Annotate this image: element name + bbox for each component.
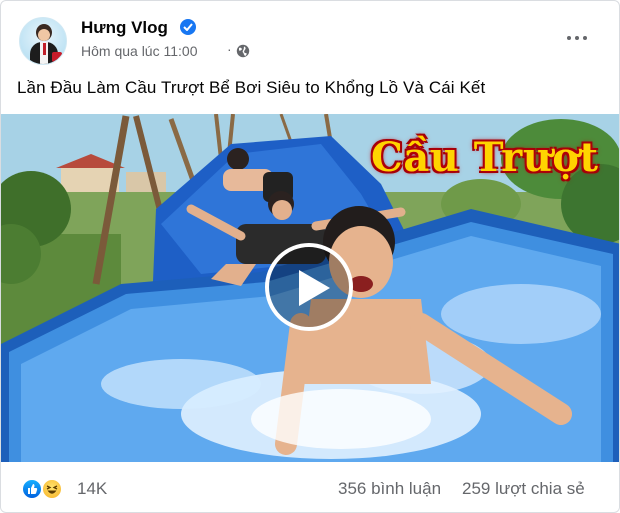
- more-dots-icon: [583, 36, 587, 40]
- video-player[interactable]: Cầu Trượt: [1, 114, 619, 462]
- verified-badge-icon: [180, 19, 196, 35]
- post-caption: Lần Đầu Làm Cầu Trượt Bể Bơi Siêu to Khổ…: [17, 78, 486, 97]
- post-timestamp[interactable]: Hôm qua lúc 11:00: [81, 43, 197, 59]
- globe-icon[interactable]: [236, 44, 250, 58]
- more-options-button[interactable]: [561, 23, 593, 51]
- comments-count[interactable]: 356 bình luận: [338, 479, 441, 499]
- avatar-face: [38, 29, 50, 41]
- play-icon: [299, 270, 330, 306]
- play-button[interactable]: [265, 243, 353, 331]
- reactions-summary[interactable]: [21, 478, 69, 500]
- shares-count[interactable]: 259 lượt chia sẻ: [462, 479, 585, 499]
- reaction-count[interactable]: 14K: [77, 479, 107, 499]
- author-avatar[interactable]: [19, 17, 67, 65]
- meta-separator: ·: [227, 41, 232, 57]
- post-card: Hưng Vlog Hôm qua lúc 11:00 · Lần Đầu Là…: [0, 0, 620, 513]
- avatar-tie: [43, 43, 46, 55]
- haha-icon: [41, 478, 63, 500]
- video-title-overlay: Cầu Trượt: [371, 134, 599, 181]
- like-icon: [21, 478, 43, 500]
- avatar-bag: [52, 52, 62, 62]
- author-name[interactable]: Hưng Vlog: [81, 18, 168, 38]
- more-dots-icon: [567, 36, 571, 40]
- more-dots-icon: [575, 36, 579, 40]
- engagement-bar: 14K 356 bình luận 259 lượt chia sẻ: [1, 462, 619, 512]
